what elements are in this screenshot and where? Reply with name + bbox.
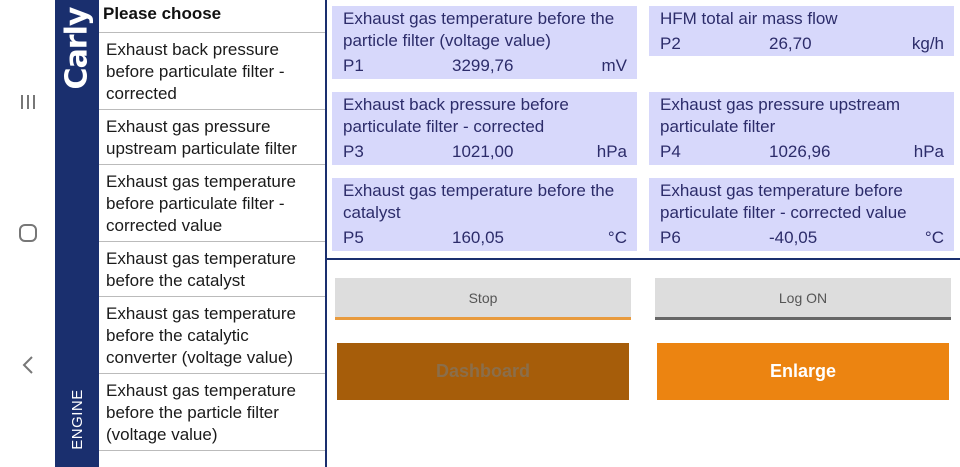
home-icon[interactable] bbox=[0, 213, 55, 253]
tile-id: P2 bbox=[660, 34, 681, 53]
tile-unit: °C bbox=[607, 228, 627, 247]
enlarge-button[interactable]: Enlarge bbox=[657, 343, 949, 400]
tile-name: HFM total air mass flow bbox=[660, 9, 838, 28]
tile-id: P5 bbox=[343, 228, 364, 247]
value-tile-p6: Exhaust gas temperature before particula… bbox=[649, 178, 954, 251]
value-tile-p3: Exhaust back pressure before particulate… bbox=[332, 92, 637, 165]
value-tile-p5: Exhaust gas temperature before the catal… bbox=[332, 178, 637, 251]
tile-unit: hPa bbox=[913, 142, 944, 161]
tile-name: Exhaust gas pressure upstream particulat… bbox=[660, 95, 901, 136]
tile-value: 160,05 bbox=[452, 228, 504, 247]
tile-value: 1021,00 bbox=[452, 142, 514, 161]
tile-value: 3299,76 bbox=[452, 56, 514, 75]
divider bbox=[327, 258, 960, 260]
stop-button[interactable]: Stop bbox=[335, 278, 631, 320]
dashboard-button[interactable]: Dashboard bbox=[337, 343, 629, 400]
tile-unit: °C bbox=[924, 228, 944, 247]
list-item[interactable]: Exhaust gas temperature before the catal… bbox=[99, 242, 325, 297]
list-item[interactable]: Exhaust back pressure before particulate… bbox=[99, 33, 325, 110]
system-nav-bar bbox=[0, 0, 55, 467]
list-item[interactable]: Exhaust gas temperature before the catal… bbox=[99, 297, 325, 374]
list-item[interactable]: Exhaust gas temperature before the parti… bbox=[99, 374, 325, 451]
tile-unit: hPa bbox=[596, 142, 627, 161]
value-tile-p2: HFM total air mass flow P2 26,70 kg/h bbox=[649, 6, 954, 56]
brand-sidebar: Carly ENGINE bbox=[55, 0, 99, 467]
tile-name: Exhaust gas temperature before particula… bbox=[660, 181, 907, 222]
value-tile-p4: Exhaust gas pressure upstream particulat… bbox=[649, 92, 954, 165]
tile-id: P4 bbox=[660, 142, 681, 161]
tile-name: Exhaust gas temperature before the parti… bbox=[343, 9, 615, 50]
value-tile-p1: Exhaust gas temperature before the parti… bbox=[332, 6, 637, 79]
list-header: Please choose bbox=[99, 0, 325, 33]
recent-apps-icon[interactable] bbox=[0, 82, 55, 122]
back-icon[interactable] bbox=[0, 345, 55, 385]
tile-unit: mV bbox=[601, 56, 628, 75]
tile-unit: kg/h bbox=[911, 34, 944, 53]
list-item[interactable]: Exhaust gas pressure upstream particulat… bbox=[99, 110, 325, 165]
list-item[interactable]: Exhaust gas temperature before particula… bbox=[99, 165, 325, 242]
tile-name: Exhaust back pressure before particulate… bbox=[343, 95, 569, 136]
carly-logo: Carly bbox=[59, 7, 95, 89]
tile-id: P6 bbox=[660, 228, 681, 247]
tile-value: -40,05 bbox=[769, 228, 818, 247]
section-label: ENGINE bbox=[68, 388, 86, 450]
tile-id: P1 bbox=[343, 56, 364, 75]
tile-value: 1026,96 bbox=[769, 142, 831, 161]
parameter-list[interactable]: Please choose Exhaust back pressure befo… bbox=[99, 0, 327, 467]
tile-name: Exhaust gas temperature before the catal… bbox=[343, 181, 615, 222]
tile-value: 26,70 bbox=[769, 34, 812, 53]
log-on-button[interactable]: Log ON bbox=[655, 278, 951, 320]
tile-id: P3 bbox=[343, 142, 364, 161]
